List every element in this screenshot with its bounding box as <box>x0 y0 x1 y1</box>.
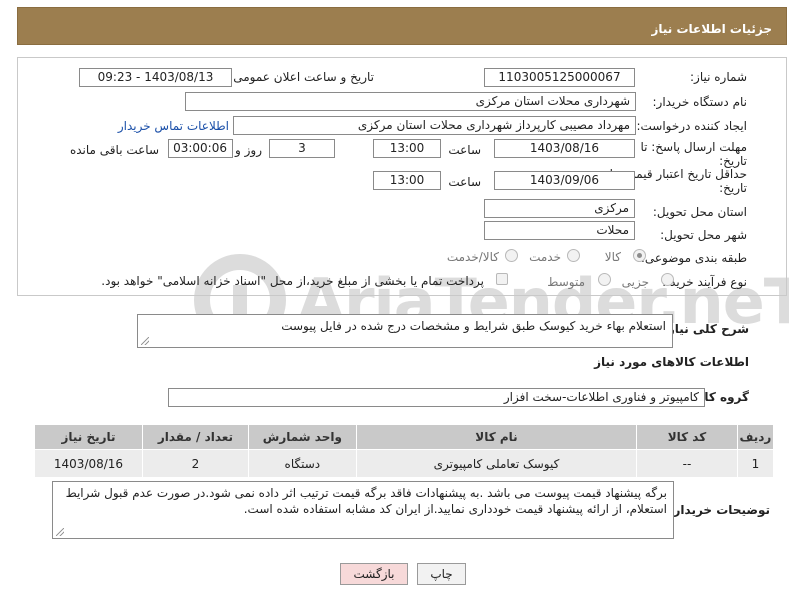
cell-name: کیوسک تعاملی کامپیوتری <box>355 449 638 478</box>
deadline-date-field: 1403/08/16 <box>494 139 635 158</box>
creator-label: ایجاد کننده درخواست: <box>636 119 747 133</box>
time-remaining-label: ساعت باقی مانده <box>69 143 159 157</box>
goods-section-title: اطلاعات کالاهای مورد نیاز <box>594 355 749 369</box>
category-radio-service[interactable] <box>567 249 580 262</box>
description-label: شرح کلی نیاز: <box>663 322 749 336</box>
back-button[interactable]: بازگشت <box>340 563 408 585</box>
table-row: 1 -- کیوسک تعاملی کامپیوتری دستگاه 2 140… <box>34 449 775 478</box>
description-textarea[interactable]: استعلام بهاء خرید کیوسک طبق شرایط و مشخص… <box>137 314 673 348</box>
purchase-type-label: نوع فرآیند خرید : <box>662 275 747 289</box>
resize-grip-icon[interactable] <box>141 337 149 345</box>
purchase-option-minor: جزیی <box>621 275 649 289</box>
page-title: جزئیات اطلاعات نیاز <box>651 22 772 36</box>
buyer-notes-label: توضیحات خریدار: <box>668 503 770 517</box>
delivery-city-label: شهر محل تحویل: <box>660 228 747 242</box>
category-option-goods-service: کالا/خدمت <box>446 250 499 264</box>
announce-datetime-label: تاریخ و ساعت اعلان عمومی: <box>229 70 374 84</box>
creator-field: مهرداد مصیبی کارپرداز شهرداری محلات استا… <box>233 116 636 135</box>
col-qty: تعداد / مقدار <box>142 424 249 450</box>
price-validity-date-field: 1403/09/06 <box>494 171 635 190</box>
category-radio-goods[interactable] <box>633 249 646 262</box>
description-text: استعلام بهاء خرید کیوسک طبق شرایط و مشخص… <box>281 319 666 333</box>
category-radio-goods-service[interactable] <box>505 249 518 262</box>
deadline-time-field: 13:00 <box>373 139 441 158</box>
cell-qty: 2 <box>142 449 249 478</box>
goods-table-header: ردیف کد کالا نام کالا واحد شمارش تعداد /… <box>34 424 775 450</box>
delivery-city-field: محلات <box>484 221 635 240</box>
treasury-note: پرداخت تمام یا بخشی از مبلغ خرید،از محل … <box>101 274 484 288</box>
announce-datetime-field: 1403/08/13 - 09:23 <box>79 68 232 87</box>
buyer-notes-textarea[interactable]: برگه پیشنهاد قیمت پیوست می باشد .به پیشن… <box>52 481 674 539</box>
time-remaining-field: 03:00:06 <box>168 139 233 158</box>
purchase-option-medium: متوسط <box>547 275 585 289</box>
buyer-notes-text: برگه پیشنهاد قیمت پیوست می باشد .به پیشن… <box>65 486 667 516</box>
delivery-province-label: استان محل تحویل: <box>652 205 747 219</box>
category-label: طبقه بندی موضوعی: <box>640 251 747 265</box>
price-validity-time-field: 13:00 <box>373 171 441 190</box>
days-remaining-field: 3 <box>269 139 335 158</box>
buyer-org-label: نام دستگاه خریدار: <box>652 95 748 109</box>
resize-grip-icon[interactable] <box>56 528 64 536</box>
price-validity-label-date: تاریخ: <box>719 181 747 195</box>
col-row: ردیف <box>736 424 775 450</box>
deadline-time-label: ساعت <box>448 143 481 157</box>
cell-row: 1 <box>736 449 775 478</box>
col-date: تاریخ نیاز <box>34 424 143 450</box>
col-name: نام کالا <box>355 424 638 450</box>
cell-unit: دستگاه <box>247 449 357 478</box>
col-unit: واحد شمارش <box>247 424 357 450</box>
deadline-label: مهلت ارسال پاسخ: تا <box>640 140 747 154</box>
deadline-label-date: تاریخ: <box>719 154 747 168</box>
category-option-goods: کالا <box>604 250 621 264</box>
page-header: جزئیات اطلاعات نیاز <box>17 7 787 45</box>
delivery-province-field: مرکزی <box>484 199 635 218</box>
cell-code: -- <box>636 449 738 478</box>
print-button[interactable]: چاپ <box>417 563 466 585</box>
cell-date: 1403/08/16 <box>34 449 143 478</box>
purchase-radio-medium[interactable] <box>598 273 611 286</box>
need-number-label: شماره نیاز: <box>690 70 747 84</box>
purchase-radio-minor[interactable] <box>661 273 674 286</box>
col-code: کد کالا <box>636 424 738 450</box>
buyer-org-field: شهرداری محلات استان مرکزی <box>185 92 636 111</box>
goods-table: ردیف کد کالا نام کالا واحد شمارش تعداد /… <box>34 424 775 478</box>
category-option-service: خدمت <box>529 250 561 264</box>
days-label: روز و <box>235 143 262 157</box>
goods-group-field: کامپیوتر و فناوری اطلاعات-سخت افزار <box>168 388 705 407</box>
buyer-contact-link[interactable]: اطلاعات تماس خریدار <box>118 119 229 133</box>
price-validity-time-label: ساعت <box>448 175 481 189</box>
treasury-checkbox[interactable] <box>496 273 508 285</box>
need-number-field: 1103005125000067 <box>484 68 635 87</box>
